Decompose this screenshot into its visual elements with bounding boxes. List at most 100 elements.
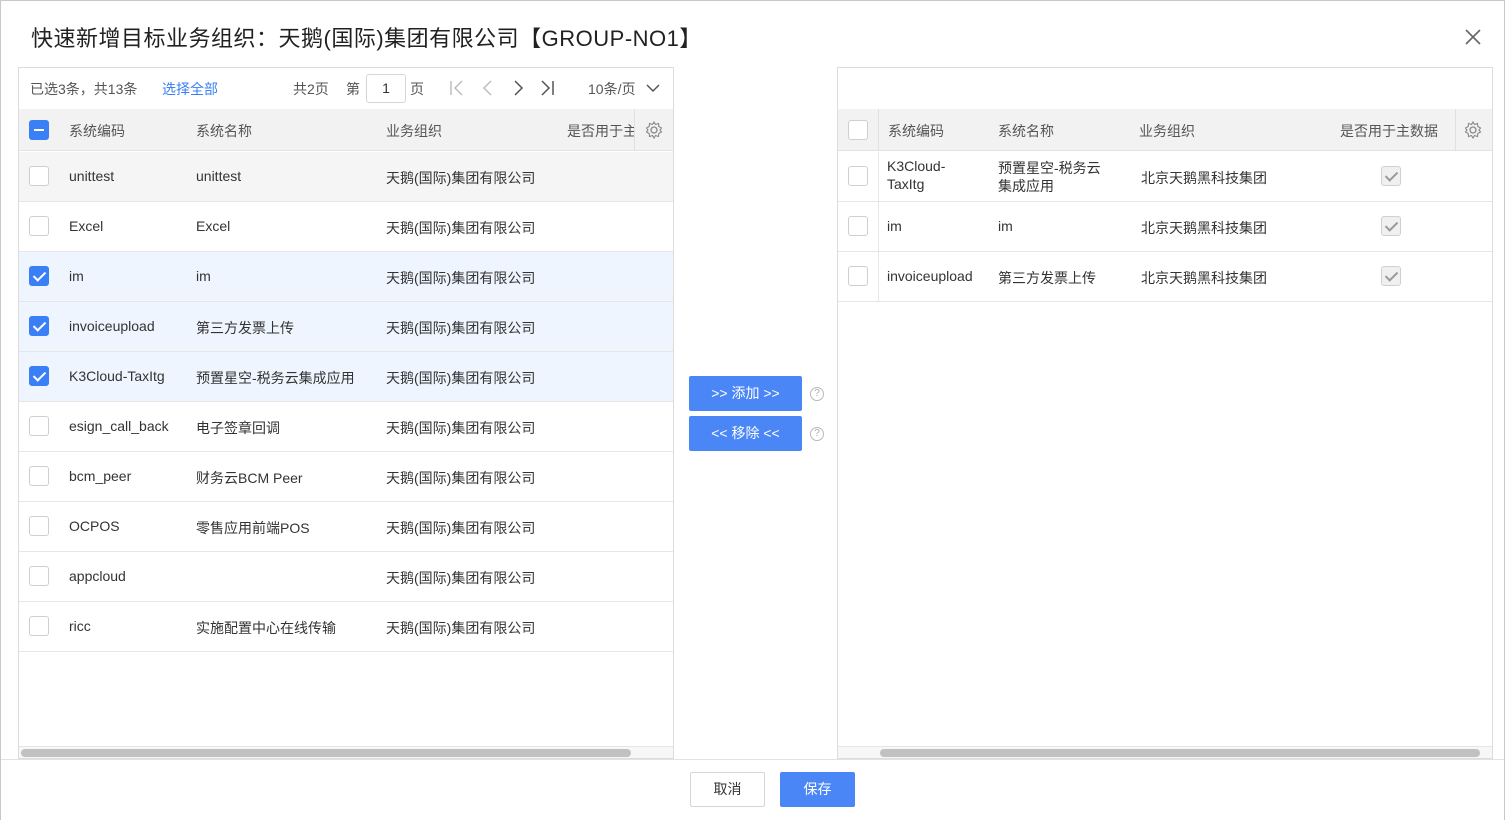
cell-name: 第三方发票上传	[998, 270, 1096, 286]
table-row[interactable]: ricc 实施配置中心在线传输 天鹅(国际)集团有限公司	[19, 602, 673, 652]
cell-name: im	[998, 218, 1013, 234]
row-checkbox[interactable]	[29, 366, 49, 386]
cell-org: 天鹅(国际)集团有限公司	[386, 320, 536, 336]
table-row[interactable]: invoiceupload 第三方发票上传 天鹅(国际)集团有限公司	[19, 302, 673, 352]
row-checkbox[interactable]	[848, 216, 868, 236]
chevron-down-icon[interactable]	[645, 80, 665, 100]
cell-code: Excel	[69, 218, 104, 234]
cell-org: 天鹅(国际)集团有限公司	[386, 620, 536, 636]
table-row[interactable]: esign_call_back 电子签章回调 天鹅(国际)集团有限公司	[19, 402, 673, 452]
cell-name: 财务云BCM Peer	[196, 470, 303, 486]
source-list-panel: 已选3条，共13条 选择全部 共2页 第 1 页 10条/页 系统编码 系统名称…	[18, 67, 674, 759]
cell-org: 天鹅(国际)集团有限公司	[386, 170, 536, 186]
horizontal-scrollbar[interactable]	[838, 746, 1492, 758]
cell-name: 预置星空-税务云	[998, 160, 1101, 176]
page-size-select[interactable]: 10条/页	[588, 79, 635, 99]
row-checkbox[interactable]	[29, 266, 49, 286]
close-icon[interactable]	[1461, 25, 1485, 49]
row-checkbox[interactable]	[848, 266, 868, 286]
cancel-button[interactable]: 取消	[690, 772, 765, 807]
cell-code: im	[887, 218, 902, 234]
cell-org: 天鹅(国际)集团有限公司	[386, 220, 536, 236]
cell-name: 预置星空-税务云集成应用	[196, 370, 355, 386]
table-row[interactable]: appcloud 天鹅(国际)集团有限公司	[19, 552, 673, 602]
cell-code: K3Cloud-	[887, 158, 946, 174]
remove-button[interactable]: << 移除 <<	[689, 416, 802, 451]
cell-code: bcm_peer	[69, 468, 132, 484]
cell-code: esign_call_back	[69, 418, 169, 434]
master-data-checkbox	[1381, 166, 1401, 186]
source-toolbar: 已选3条，共13条 选择全部 共2页 第 1 页 10条/页	[19, 68, 673, 110]
table-row[interactable]: K3Cloud-TaxItg 预置星空-税务云集成应用 天鹅(国际)集团有限公司	[19, 352, 673, 402]
cell-name: 零售应用前端POS	[196, 520, 310, 536]
col-header-master: 是否用于主	[567, 123, 635, 139]
gear-icon[interactable]	[1463, 120, 1483, 140]
cell-name: unittest	[196, 168, 242, 184]
help-icon[interactable]: ?	[810, 387, 824, 401]
scrollbar-thumb[interactable]	[21, 749, 631, 757]
add-button[interactable]: >> 添加 >>	[689, 376, 802, 411]
table-row[interactable]: im im 北京天鹅黑科技集团	[838, 202, 1492, 252]
cell-code: TaxItg	[887, 176, 925, 192]
target-table-header: 系统编码 系统名称 业务组织 是否用于主数据	[838, 109, 1492, 151]
help-icon[interactable]: ?	[810, 427, 824, 441]
save-button[interactable]: 保存	[780, 772, 855, 807]
row-checkbox[interactable]	[29, 416, 49, 436]
page-number-input[interactable]: 1	[366, 74, 406, 103]
col-header-org: 业务组织	[386, 123, 442, 139]
cell-code: invoiceupload	[887, 268, 973, 284]
col-header-org: 业务组织	[1139, 123, 1195, 139]
total-pages: 共2页	[293, 81, 329, 97]
prev-page-icon[interactable]	[478, 78, 498, 98]
horizontal-scrollbar[interactable]	[19, 746, 673, 758]
cell-org: 天鹅(国际)集团有限公司	[386, 370, 536, 386]
first-page-icon[interactable]	[447, 78, 467, 98]
select-all-link[interactable]: 选择全部	[162, 79, 218, 99]
cell-org: 天鹅(国际)集团有限公司	[386, 520, 536, 536]
cell-code: OCPOS	[69, 518, 120, 534]
select-all-checkbox[interactable]	[29, 120, 49, 140]
last-page-icon[interactable]	[537, 78, 557, 98]
table-row[interactable]: Excel Excel 天鹅(国际)集团有限公司	[19, 202, 673, 252]
cell-code: appcloud	[69, 568, 126, 584]
row-checkbox[interactable]	[29, 616, 49, 636]
cell-org: 北京天鹅黑科技集团	[1141, 220, 1267, 236]
table-row[interactable]: OCPOS 零售应用前端POS 天鹅(国际)集团有限公司	[19, 502, 673, 552]
row-checkbox[interactable]	[29, 216, 49, 236]
next-page-icon[interactable]	[508, 78, 528, 98]
quick-add-dialog: 快速新增目标业务组织：天鹅(国际)集团有限公司【GROUP-NO1】 已选3条，…	[0, 0, 1505, 821]
page-suffix: 页	[410, 81, 424, 97]
row-checkbox[interactable]	[29, 166, 49, 186]
cell-org: 天鹅(国际)集团有限公司	[386, 570, 536, 586]
selected-count: 已选3条，共13条	[30, 81, 138, 97]
cell-name: im	[196, 268, 211, 284]
cell-name: 电子签章回调	[196, 420, 280, 436]
table-row[interactable]: im im 天鹅(国际)集团有限公司	[19, 252, 673, 302]
cell-code: K3Cloud-TaxItg	[69, 368, 165, 384]
table-row[interactable]: K3Cloud- TaxItg 预置星空-税务云 集成应用 北京天鹅黑科技集团	[838, 152, 1492, 202]
gear-icon[interactable]	[644, 120, 664, 140]
cell-org: 北京天鹅黑科技集团	[1141, 270, 1267, 286]
cell-code: unittest	[69, 168, 115, 184]
col-header-name: 系统名称	[998, 123, 1054, 139]
cell-org: 天鹅(国际)集团有限公司	[386, 270, 536, 286]
master-data-checkbox	[1381, 266, 1401, 286]
page-prefix: 第	[346, 81, 360, 97]
row-checkbox[interactable]	[848, 166, 868, 186]
scrollbar-thumb[interactable]	[880, 749, 1480, 757]
cell-name: Excel	[196, 218, 231, 234]
col-header-code: 系统编码	[69, 123, 125, 139]
table-row[interactable]: invoiceupload 第三方发票上传 北京天鹅黑科技集团	[838, 252, 1492, 302]
cell-code: im	[69, 268, 84, 284]
table-row[interactable]: unittest unittest 天鹅(国际)集团有限公司	[19, 152, 673, 202]
row-checkbox[interactable]	[29, 566, 49, 586]
row-checkbox[interactable]	[29, 316, 49, 336]
table-row[interactable]: bcm_peer 财务云BCM Peer 天鹅(国际)集团有限公司	[19, 452, 673, 502]
row-checkbox[interactable]	[29, 466, 49, 486]
cell-name: 第三方发票上传	[196, 320, 294, 336]
row-checkbox[interactable]	[29, 516, 49, 536]
select-all-checkbox[interactable]	[848, 120, 868, 140]
cell-name: 实施配置中心在线传输	[196, 620, 336, 636]
master-data-checkbox	[1381, 216, 1401, 236]
cell-code: invoiceupload	[69, 318, 155, 334]
